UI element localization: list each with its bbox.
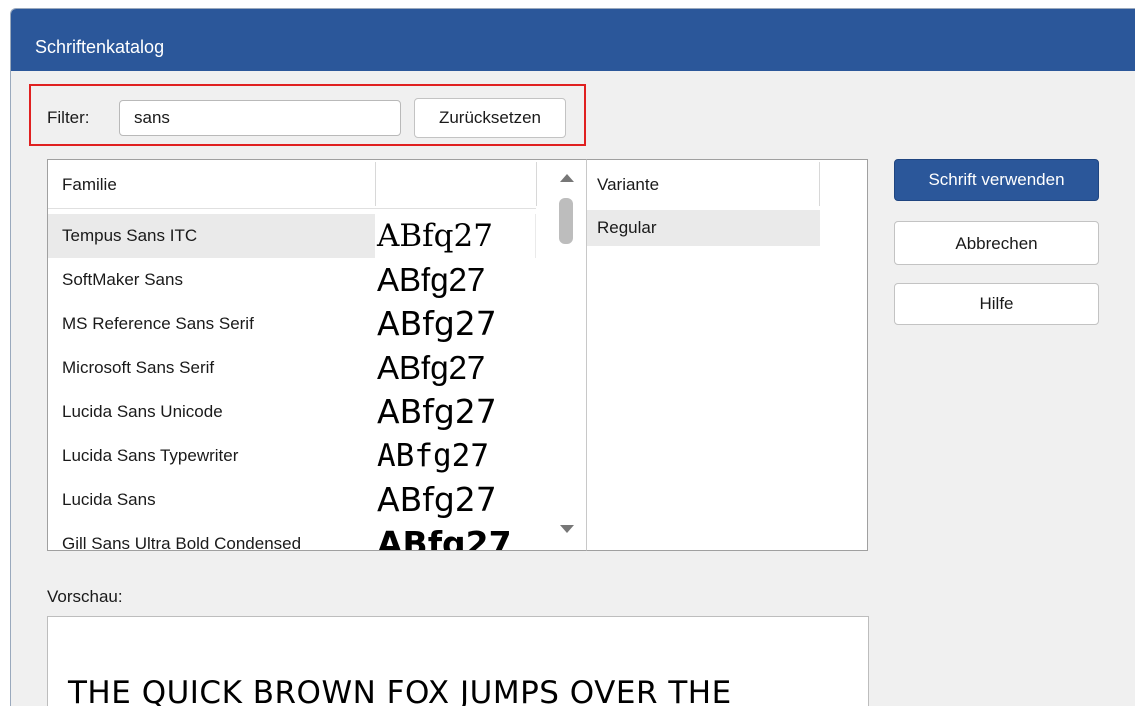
variant-list[interactable]: Variante Regular	[586, 159, 868, 551]
family-row-gill-sans-ultra-bold-condensed[interactable]: Gill Sans Ultra Bold Condensed ABfg27	[48, 522, 536, 551]
font-sample: ABfg27	[375, 522, 535, 550]
font-catalog-dialog: Schriftenkatalog Filter: Zurücksetzen Sc…	[10, 8, 1135, 706]
font-sample: ABfg27	[375, 434, 535, 478]
variant-name: Regular	[597, 218, 657, 237]
family-column-header[interactable]: Familie	[62, 175, 117, 195]
scroll-down-arrow-icon[interactable]	[560, 525, 574, 533]
preview-label: Vorschau:	[47, 587, 123, 606]
family-row-softmaker-sans[interactable]: SoftMaker Sans ABfg27	[48, 258, 536, 302]
family-name: Gill Sans Ultra Bold Condensed	[62, 534, 302, 551]
font-sample: ABfq27	[375, 214, 535, 258]
use-font-button[interactable]: Schrift verwenden	[894, 159, 1099, 201]
family-name: Tempus Sans ITC	[62, 226, 198, 245]
scroll-up-arrow-icon[interactable]	[560, 174, 574, 182]
family-row-lucida-sans-typewriter[interactable]: Lucida Sans Typewriter ABfg27	[48, 434, 536, 478]
variant-row-regular[interactable]: Regular	[587, 210, 820, 246]
family-name: Lucida Sans	[62, 490, 156, 509]
variant-column-header[interactable]: Variante	[597, 175, 659, 195]
font-sample: ABfg27	[375, 346, 535, 390]
font-sample: ABfg27	[375, 258, 535, 302]
cancel-button[interactable]: Abbrechen	[894, 221, 1099, 265]
reset-button[interactable]: Zurücksetzen	[414, 98, 566, 138]
family-name: Microsoft Sans Serif	[62, 358, 215, 377]
family-row-lucida-sans-unicode[interactable]: Lucida Sans Unicode ABfg27	[48, 390, 536, 434]
family-row-microsoft-sans-serif[interactable]: Microsoft Sans Serif ABfg27	[48, 346, 536, 390]
scrollbar-thumb[interactable]	[559, 198, 573, 244]
family-list-scrollbar[interactable]	[548, 160, 586, 550]
variant-list-header: Variante	[587, 160, 867, 208]
family-name: MS Reference Sans Serif	[62, 314, 254, 333]
font-sample: ABfg27	[375, 302, 535, 346]
family-row-lucida-sans[interactable]: Lucida Sans ABfg27	[48, 478, 536, 522]
font-sample: ABfg27	[375, 478, 535, 522]
family-list-header: Familie	[48, 160, 537, 209]
family-row-ms-reference-sans-serif[interactable]: MS Reference Sans Serif ABfg27	[48, 302, 536, 346]
filter-label: Filter:	[47, 108, 90, 127]
filter-input[interactable]	[119, 100, 401, 136]
family-name: Lucida Sans Unicode	[62, 402, 223, 421]
family-name: Lucida Sans Typewriter	[62, 446, 239, 465]
title-bar: Schriftenkatalog	[11, 9, 1135, 71]
window-title: Schriftenkatalog	[35, 37, 165, 57]
family-row-tempus-sans-itc[interactable]: Tempus Sans ITC ABfq27	[48, 214, 536, 258]
column-divider[interactable]	[819, 162, 820, 206]
family-name: SoftMaker Sans	[62, 270, 183, 289]
font-family-list[interactable]: Familie Tempus Sans ITC ABfq27 SoftMaker…	[47, 159, 587, 551]
help-button[interactable]: Hilfe	[894, 283, 1099, 325]
preview-box: THE QUICK BROWN FOX JUMPS OVER THE	[47, 616, 869, 706]
column-divider[interactable]	[536, 162, 537, 206]
font-sample: ABfg27	[375, 390, 535, 434]
column-divider[interactable]	[375, 162, 376, 206]
preview-text: THE QUICK BROWN FOX JUMPS OVER THE	[68, 675, 732, 706]
